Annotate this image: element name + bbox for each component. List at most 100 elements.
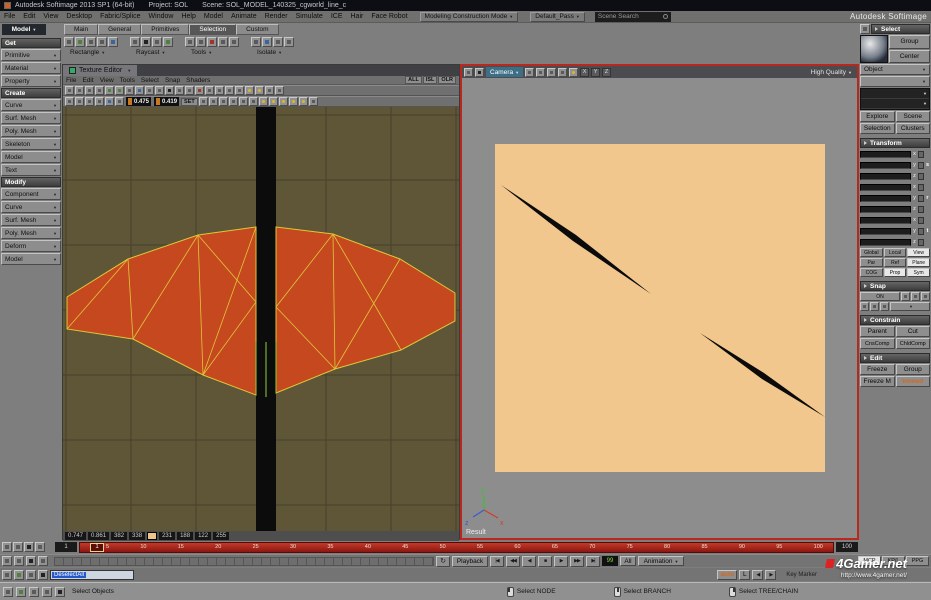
playback-options-icon[interactable]: [2, 542, 12, 552]
sidebar-item-poly-mesh-modify[interactable]: Poly. Mesh: [1, 227, 61, 239]
te-pin-icon[interactable]: [235, 86, 244, 95]
transform-section-header[interactable]: Transform: [860, 138, 930, 148]
freeform-select-icon[interactable]: [86, 37, 96, 47]
raycast-select-icon[interactable]: [130, 37, 140, 47]
edit-section-header[interactable]: Edit: [860, 353, 930, 363]
memo-cam-b-icon[interactable]: [536, 68, 545, 77]
texture-editor-titlebar[interactable]: Texture Editor: [63, 65, 459, 76]
ref-button[interactable]: Ref: [884, 258, 907, 267]
te-uv-space-icon[interactable]: [105, 97, 114, 106]
clusters-button[interactable]: Clusters: [896, 123, 931, 134]
lock-icon[interactable]: [918, 206, 924, 213]
capture-icon[interactable]: [38, 556, 48, 566]
sym-button[interactable]: Sym: [907, 268, 930, 277]
rectangle-tool-dropdown[interactable]: Rectangle: [64, 49, 118, 56]
previous-keyframe-button[interactable]: [506, 556, 520, 567]
filter-overlap-button[interactable]: OLR: [438, 76, 456, 84]
scale-y-field[interactable]: [860, 162, 911, 169]
timeline-range-slider[interactable]: [54, 557, 434, 566]
te-vertex-mode-icon[interactable]: [105, 86, 114, 95]
sidebar-item-material[interactable]: Material: [1, 62, 61, 74]
te-relax-icon[interactable]: [215, 86, 224, 95]
axis-z-button[interactable]: Z: [602, 68, 611, 77]
par-button[interactable]: Par: [860, 258, 883, 267]
te-menu-item[interactable]: Edit: [82, 77, 93, 84]
eye-visibility-icon[interactable]: [569, 68, 578, 77]
playback-menu-button[interactable]: Playback: [452, 556, 488, 567]
memo-cam-a-icon[interactable]: [525, 68, 534, 77]
tab-selection[interactable]: Selection: [189, 24, 236, 35]
selection-combo-1[interactable]: [861, 89, 929, 99]
play-button[interactable]: [554, 556, 568, 567]
te-menu-item[interactable]: Select: [141, 77, 159, 84]
go-to-end-button[interactable]: [586, 556, 600, 567]
te-smiley-5-icon[interactable]: [299, 97, 308, 106]
sidebar-item-surf-mesh-modify[interactable]: Surf. Mesh: [1, 214, 61, 226]
sidebar-item-deform[interactable]: Deform: [1, 240, 61, 252]
cog-button[interactable]: COG: [860, 268, 883, 277]
sidebar-item-curve-create[interactable]: Curve: [1, 99, 61, 111]
constrain-section-header[interactable]: Constrain: [860, 315, 930, 325]
te-flip-u-icon[interactable]: [115, 97, 124, 106]
te-align-bottom-icon[interactable]: [229, 97, 238, 106]
loop-toggle-button[interactable]: [436, 556, 450, 567]
translate-z-field[interactable]: [860, 239, 911, 246]
texture-editor-tab[interactable]: Texture Editor: [63, 65, 137, 76]
te-scale-icon[interactable]: [95, 86, 104, 95]
isolate-dropdown[interactable]: Isolate: [251, 49, 294, 56]
rotate-x-field[interactable]: [860, 184, 911, 191]
rectangle-select-icon[interactable]: [108, 37, 118, 47]
cut-constraint-button[interactable]: Cut: [896, 326, 931, 337]
raycast-tool-dropdown[interactable]: Raycast: [130, 49, 173, 56]
next-key-button[interactable]: [765, 570, 776, 580]
te-edge-mode-icon[interactable]: [115, 86, 124, 95]
hide-unselected-icon[interactable]: [262, 37, 272, 47]
te-island-mode-icon[interactable]: [135, 86, 144, 95]
rotate-z-field[interactable]: [860, 206, 911, 213]
menu-item[interactable]: Face Robot: [371, 13, 407, 20]
menu-item[interactable]: Simulate: [296, 13, 323, 20]
immed-toggle-button[interactable]: Immed: [896, 376, 931, 387]
lock-icon[interactable]: [918, 184, 924, 191]
tab-primitives[interactable]: Primitives: [141, 24, 189, 35]
menu-item[interactable]: Fabric/Splice: [100, 13, 140, 20]
rotate-tool-icon[interactable]: [196, 37, 206, 47]
te-help-icon[interactable]: [275, 86, 284, 95]
lock-icon[interactable]: [918, 173, 924, 180]
move-tool-icon[interactable]: [185, 37, 195, 47]
menu-item[interactable]: ICE: [331, 13, 343, 20]
prop-button[interactable]: Prop: [884, 268, 907, 277]
te-move-icon[interactable]: [75, 86, 84, 95]
sidebar-item-model-modify[interactable]: Model: [1, 253, 61, 265]
sidebar-item-curve-modify[interactable]: Curve: [1, 201, 61, 213]
selection-list-box[interactable]: [860, 88, 930, 110]
snap-point-icon[interactable]: [911, 292, 920, 301]
construction-mode-dropdown[interactable]: Modeling Construction Mode: [420, 12, 519, 22]
scale-x-field[interactable]: [860, 151, 911, 158]
chldcomp-button[interactable]: ChldComp: [896, 338, 931, 349]
timeline-settings-icon[interactable]: [35, 542, 45, 552]
lock-icon[interactable]: [918, 162, 924, 169]
rectangle-raycast-icon[interactable]: [141, 37, 151, 47]
selection-filter-dropdown[interactable]: [860, 76, 930, 87]
scene-search-input[interactable]: Scene Search: [595, 12, 671, 22]
sidebar-item-surf-mesh-create[interactable]: Surf. Mesh: [1, 112, 61, 124]
next-keyframe-button[interactable]: [570, 556, 584, 567]
filter-all-button[interactable]: ALL: [405, 76, 422, 84]
tab-custom[interactable]: Custom: [236, 24, 278, 35]
menu-item[interactable]: View: [43, 13, 58, 20]
te-select-icon[interactable]: [65, 86, 74, 95]
tab-general[interactable]: General: [98, 24, 141, 35]
render-pass-dropdown[interactable]: Default_Pass: [530, 12, 585, 22]
sidebar-item-component[interactable]: Component: [1, 188, 61, 200]
timeline-ruler[interactable]: 1 51015202530354045505560657075808590951…: [79, 542, 834, 553]
snap-facet-icon[interactable]: [870, 302, 879, 311]
section-header-create[interactable]: Create: [1, 88, 61, 98]
tab-main[interactable]: Main: [64, 24, 98, 35]
transform-tool-icon[interactable]: [218, 37, 228, 47]
previous-frame-button[interactable]: [522, 556, 536, 567]
menu-item[interactable]: Hair: [351, 13, 364, 20]
section-header-get[interactable]: Get: [1, 38, 61, 48]
menu-item[interactable]: Animate: [231, 13, 257, 20]
te-fit-view-icon[interactable]: [185, 86, 194, 95]
